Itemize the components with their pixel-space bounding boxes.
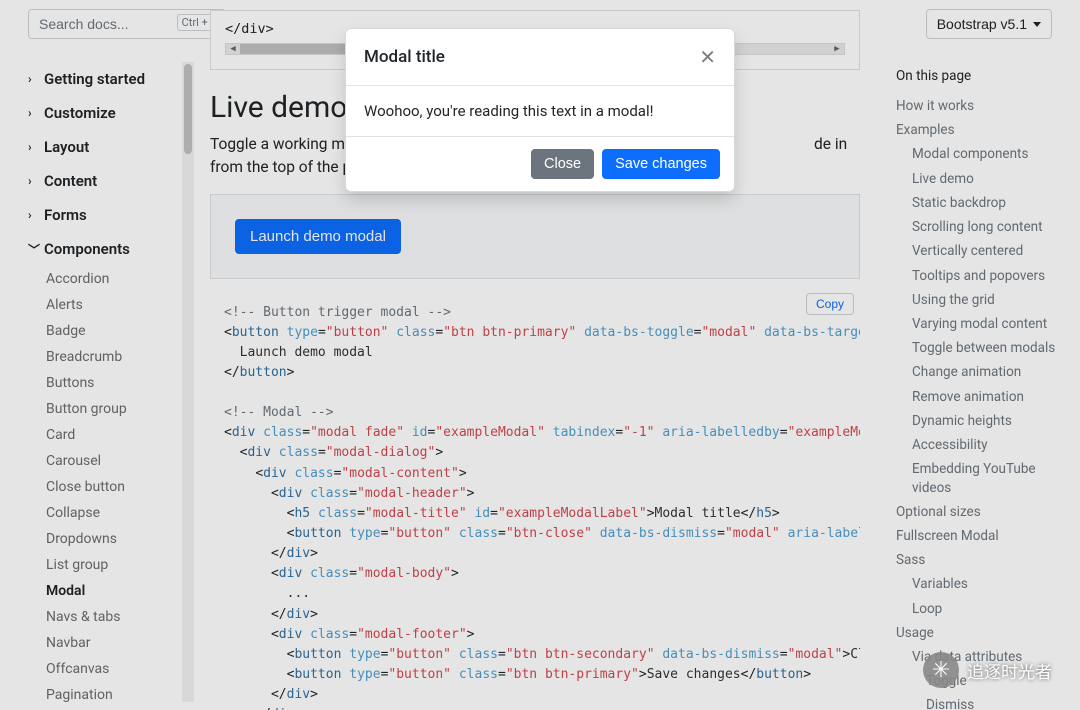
watermark-text: 追逐时光者	[967, 658, 1052, 683]
modal-body: Woohoo, you're reading this text in a mo…	[346, 86, 734, 136]
modal-title: Modal title	[364, 47, 445, 67]
close-icon[interactable]: ✕	[699, 45, 716, 69]
modal-footer: Close Save changes	[346, 136, 734, 191]
watermark: ✳ 追逐时光者	[923, 652, 1052, 688]
modal-header: Modal title ✕	[346, 29, 734, 86]
wechat-icon: ✳	[923, 652, 959, 688]
modal-save-button[interactable]: Save changes	[602, 149, 720, 179]
modal-dialog: Modal title ✕ Woohoo, you're reading thi…	[345, 28, 735, 192]
modal-close-button[interactable]: Close	[531, 149, 594, 179]
